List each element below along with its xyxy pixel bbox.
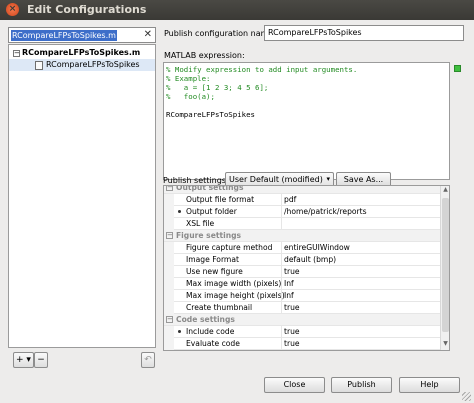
- section-label: Figure settings: [176, 231, 242, 240]
- publish-name-field[interactable]: RCompareLFPsToSpikes: [264, 25, 464, 41]
- section-code-settings[interactable]: − Code settings: [164, 314, 440, 326]
- setting-key: Include code: [186, 327, 235, 336]
- publish-settings-grid: − Output settings Output file format pdf…: [163, 185, 450, 351]
- setting-key: Create thumbnail: [186, 303, 253, 312]
- remove-configuration-button[interactable]: −: [34, 352, 48, 368]
- setting-key: Image Format: [186, 255, 239, 264]
- setting-row[interactable]: XSL file: [164, 218, 440, 230]
- clear-search-icon[interactable]: ✕: [144, 28, 152, 42]
- setting-key: Figure capture method: [186, 243, 273, 252]
- setting-value[interactable]: Inf: [284, 278, 294, 289]
- collapse-icon[interactable]: −: [13, 50, 20, 57]
- publish-button[interactable]: Publish: [331, 377, 392, 393]
- setting-value[interactable]: default (bmp): [284, 254, 336, 265]
- setting-key: Output file format: [186, 195, 255, 204]
- setting-value[interactable]: true: [284, 302, 300, 313]
- window-title: Edit Configurations: [27, 3, 147, 16]
- scroll-down-icon[interactable]: ▼: [441, 340, 449, 350]
- scroll-up-icon[interactable]: ▲: [441, 186, 449, 196]
- publish-settings-value: User Default (modified): [229, 175, 323, 184]
- tree-configuration-label: RCompareLFPsToSpikes: [46, 60, 140, 69]
- setting-key: Max image width (pixels): [186, 279, 282, 288]
- revert-icon[interactable]: ↶: [141, 352, 155, 368]
- setting-value[interactable]: /home/patrick/reports: [284, 206, 367, 217]
- code-call-line: RCompareLFPsToSpikes: [166, 110, 255, 119]
- title-bar: × Edit Configurations: [0, 0, 474, 20]
- section-figure-settings[interactable]: − Figure settings: [164, 230, 440, 242]
- setting-row[interactable]: Image Format default (bmp): [164, 254, 440, 266]
- publish-name-label: Publish configuration name:: [164, 29, 277, 38]
- close-button[interactable]: Close: [264, 377, 325, 393]
- collapse-icon[interactable]: −: [166, 186, 173, 191]
- setting-row[interactable]: Figure capture method entireGUIWindow: [164, 242, 440, 254]
- help-button[interactable]: Help: [399, 377, 460, 393]
- setting-key: Output folder: [186, 207, 237, 216]
- setting-row[interactable]: Create thumbnail true: [164, 302, 440, 314]
- code-status-indicator: [454, 65, 461, 72]
- matlab-expression-label: MATLAB expression:: [164, 51, 245, 60]
- collapse-icon[interactable]: −: [166, 316, 173, 323]
- setting-key: Max image height (pixels): [186, 291, 285, 300]
- code-comment-line: % a = [1 2 3; 4 5 6];: [166, 83, 269, 92]
- section-label: Output settings: [176, 185, 244, 192]
- setting-row[interactable]: Evaluate code true: [164, 338, 440, 350]
- tree-file-label: RCompareLFPsToSpikes.m: [22, 48, 141, 57]
- search-value: RCompareLFPsToSpikes.m: [11, 30, 117, 41]
- section-output-settings[interactable]: − Output settings: [164, 185, 440, 194]
- setting-row[interactable]: Max image height (pixels) Inf: [164, 290, 440, 302]
- setting-row[interactable]: Use new figure true: [164, 266, 440, 278]
- window-close-icon[interactable]: ×: [6, 3, 19, 16]
- setting-row[interactable]: Include code true: [164, 326, 440, 338]
- setting-key: Evaluate code: [186, 339, 240, 348]
- setting-value[interactable]: Inf: [284, 290, 294, 301]
- code-comment-line: % Example:: [166, 74, 211, 83]
- modified-bullet-icon: [178, 330, 181, 333]
- code-comment-line: % Modify expression to add input argumen…: [166, 65, 358, 74]
- setting-row[interactable]: Output file format pdf: [164, 194, 440, 206]
- publish-settings-label: Publish settings:: [163, 176, 229, 185]
- collapse-icon[interactable]: −: [166, 232, 173, 239]
- setting-key: XSL file: [186, 219, 215, 228]
- matlab-expression-editor[interactable]: % Modify expression to add input argumen…: [163, 62, 450, 180]
- setting-key: Use new figure: [186, 267, 243, 276]
- setting-row[interactable]: Max image width (pixels) Inf: [164, 278, 440, 290]
- section-label: Code settings: [176, 315, 235, 324]
- setting-value[interactable]: true: [284, 326, 300, 337]
- setting-value[interactable]: true: [284, 266, 300, 277]
- document-icon: [35, 61, 43, 70]
- tree-item-configuration[interactable]: RCompareLFPsToSpikes: [9, 59, 155, 71]
- dialog-body: RCompareLFPsToSpikes.m ✕ − RCompareLFPsT…: [0, 20, 474, 403]
- scrollbar-thumb[interactable]: [442, 198, 449, 332]
- configuration-search-input[interactable]: RCompareLFPsToSpikes.m ✕: [8, 27, 156, 43]
- resize-grip-icon[interactable]: [462, 392, 471, 401]
- settings-scrollbar[interactable]: ▲ ▼: [440, 186, 449, 350]
- add-configuration-button[interactable]: + ▾: [13, 352, 34, 368]
- setting-row[interactable]: Output folder /home/patrick/reports: [164, 206, 440, 218]
- modified-bullet-icon: [178, 210, 181, 213]
- setting-value[interactable]: pdf: [284, 194, 296, 205]
- code-comment-line: % foo(a);: [166, 92, 215, 101]
- setting-value[interactable]: entireGUIWindow: [284, 242, 350, 253]
- tree-item-file[interactable]: − RCompareLFPsToSpikes.m: [9, 47, 155, 59]
- tree-toolbar: + ▾ − ↶: [8, 352, 156, 370]
- setting-value[interactable]: true: [284, 338, 300, 349]
- configuration-tree: − RCompareLFPsToSpikes.m RCompareLFPsToS…: [8, 44, 156, 348]
